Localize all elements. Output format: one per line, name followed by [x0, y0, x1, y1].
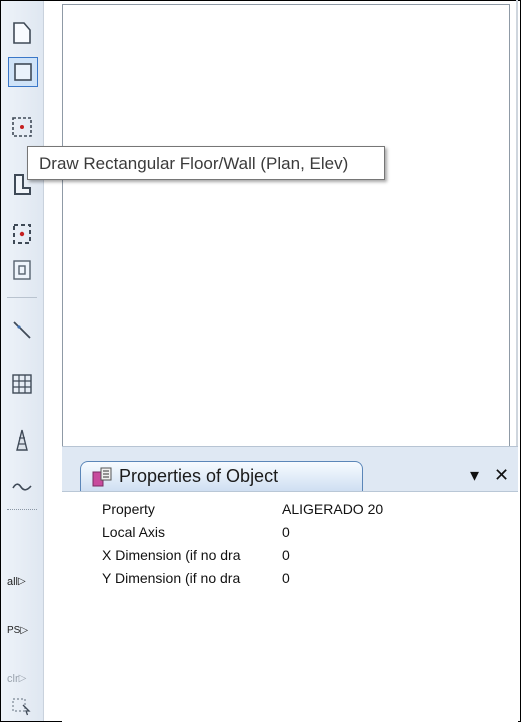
property-name: Property	[102, 501, 155, 517]
tower-icon[interactable]	[10, 428, 34, 452]
select-ps-label: PS	[7, 625, 21, 636]
toolbar-separator	[7, 509, 37, 510]
property-name: X Dimension (if no dra	[102, 547, 241, 563]
draw-rectangle-icon[interactable]	[8, 57, 38, 87]
select-ps-button[interactable]: PS▷	[7, 625, 28, 636]
table-row[interactable]: Y Dimension (if no dra 0	[62, 567, 518, 590]
tooltip: Draw Rectangular Floor/Wall (Plan, Elev)	[27, 146, 385, 180]
table-row[interactable]: Property ALIGERADO 20	[62, 498, 518, 521]
wave-icon[interactable]	[10, 474, 34, 498]
left-toolbar: all▷ PS▷ clr▷	[1, 1, 44, 721]
table-row[interactable]: Local Axis 0	[62, 521, 518, 544]
grid-icon[interactable]	[10, 372, 34, 396]
properties-title: Properties of Object	[119, 466, 279, 486]
select-intersect-icon[interactable]	[10, 695, 34, 719]
properties-panel: Properties of Object ▾ ✕ Property ALIGER…	[62, 446, 518, 722]
properties-icon	[91, 466, 113, 488]
clear-selection-label: clr	[7, 673, 19, 685]
cursor-arrow-icon: ▷	[20, 625, 29, 636]
table-row[interactable]: X Dimension (if no dra 0	[62, 544, 518, 567]
panel-menu-icon[interactable]: ▾	[470, 465, 479, 485]
select-all-button[interactable]: all▷	[7, 576, 26, 588]
window-edge	[516, 0, 518, 455]
property-value[interactable]: 0	[282, 570, 290, 586]
close-icon[interactable]: ✕	[494, 465, 509, 485]
select-all-label: all	[7, 576, 19, 588]
property-name: Y Dimension (if no dra	[102, 570, 241, 586]
cursor-arrow-icon: ▷	[18, 673, 27, 684]
wall-opening-icon[interactable]	[10, 258, 34, 282]
point-object-icon[interactable]	[10, 115, 34, 139]
property-name: Local Axis	[102, 524, 166, 540]
property-value[interactable]: 0	[282, 547, 290, 563]
property-value[interactable]: 0	[282, 524, 290, 540]
properties-grid: Property ALIGERADO 20 Local Axis 0 X Dim…	[62, 491, 518, 722]
properties-tab[interactable]: Properties of Object	[80, 461, 363, 491]
draw-region-icon[interactable]	[10, 222, 34, 246]
drawing-canvas[interactable]	[62, 4, 510, 448]
toolbar-separator	[7, 297, 37, 298]
draw-line-icon[interactable]	[10, 318, 34, 342]
draw-polygon-icon[interactable]	[10, 21, 34, 45]
cursor-arrow-icon: ▷	[18, 576, 26, 587]
clear-selection-button[interactable]: clr▷	[7, 673, 26, 685]
property-value[interactable]: ALIGERADO 20	[282, 501, 383, 517]
